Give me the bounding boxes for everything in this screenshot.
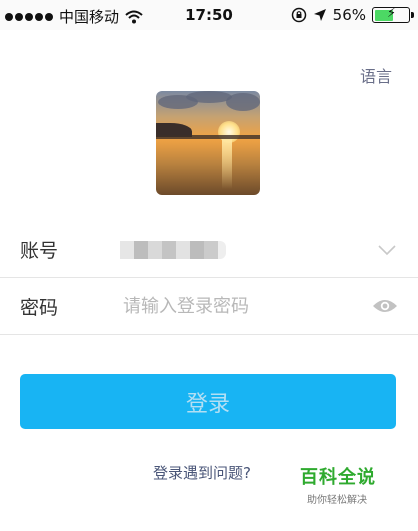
account-label: 账号 (20, 240, 59, 262)
password-input[interactable] (123, 293, 353, 319)
account-row: 账号 (0, 222, 418, 278)
account-field[interactable] (120, 241, 226, 259)
watermark-logo: 百科全说 助你轻松解决 (300, 463, 384, 506)
location-arrow-icon (313, 9, 326, 21)
status-right: 56% ⚡ (291, 6, 414, 24)
eye-icon[interactable] (372, 297, 398, 315)
avatar (156, 91, 260, 195)
battery-percent: 56% (332, 6, 366, 24)
chevron-down-icon[interactable] (378, 241, 396, 259)
login-help-link[interactable]: 登录遇到问题? (153, 462, 251, 483)
watermark-title: 百科全说 (300, 467, 376, 488)
watermark-subtitle: 助你轻松解决 (307, 495, 367, 506)
orientation-lock-icon (291, 7, 306, 23)
status-bar: 中国移动 17:50 56% ⚡ (0, 0, 418, 30)
charging-bolt-icon: ⚡ (387, 6, 397, 21)
login-button[interactable]: 登录 (20, 374, 396, 429)
battery-icon: ⚡ (372, 6, 414, 23)
password-label: 密码 (20, 297, 59, 319)
password-row: 密码 (0, 279, 418, 335)
language-link[interactable]: 语言 (360, 63, 392, 87)
